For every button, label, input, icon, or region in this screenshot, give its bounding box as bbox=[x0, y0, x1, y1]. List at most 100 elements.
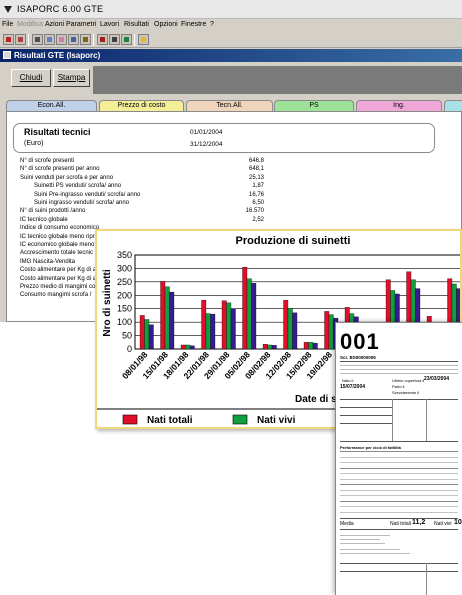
divider bbox=[340, 441, 458, 442]
herd-icon[interactable] bbox=[15, 34, 26, 45]
sow-record-document[interactable]: 001 Scr. BS00000005 Nato il 15/07/2004 U… bbox=[335, 322, 462, 595]
print-icon[interactable] bbox=[32, 34, 43, 45]
results-row-label: Suini ingrasso venduti/ scrofa/ anno bbox=[34, 200, 130, 206]
results-row-value: 646,8 bbox=[248, 158, 264, 164]
table-row bbox=[340, 489, 458, 491]
bar-1 bbox=[242, 266, 248, 350]
results-row-value: 16,76 bbox=[248, 191, 264, 198]
window-titlebar[interactable]: ISAPORC 6.00 GTE bbox=[0, 0, 462, 19]
y-tick-label: 350 bbox=[117, 250, 132, 260]
bar-2 bbox=[164, 286, 170, 350]
exit-icon[interactable] bbox=[3, 34, 14, 45]
results-row-value: 1,87 bbox=[252, 183, 264, 190]
bar-2 bbox=[185, 344, 191, 350]
divider bbox=[340, 407, 392, 408]
y-tick-label: 200 bbox=[117, 290, 132, 300]
document-line bbox=[340, 543, 385, 544]
divider bbox=[340, 423, 392, 424]
divider bbox=[426, 399, 427, 441]
results-row-value: 2,52 bbox=[252, 216, 264, 223]
results-row-value: 6,50 bbox=[252, 200, 264, 206]
app-logo-icon bbox=[4, 6, 12, 13]
results-row-label: Costo alimentare per Kg di a bbox=[20, 267, 97, 274]
chart-icon[interactable] bbox=[121, 34, 132, 45]
table-row bbox=[340, 500, 458, 502]
bar-2 bbox=[287, 308, 293, 350]
menu-azioni[interactable]: Azioni bbox=[45, 21, 64, 28]
results-row-label: IC economico globale meno r bbox=[20, 242, 99, 248]
results-row-label: Accrescimento totale tecnic bbox=[20, 250, 94, 257]
document-number: 001 bbox=[340, 329, 380, 354]
document-table-title: Performance per ciclo di fattilità bbox=[340, 445, 401, 450]
menu-lavori[interactable]: Lavori bbox=[100, 21, 119, 28]
tab-extra[interactable] bbox=[444, 100, 462, 111]
document-line bbox=[340, 553, 410, 554]
tools-icon[interactable] bbox=[80, 34, 91, 45]
menu-file[interactable]: File bbox=[2, 21, 13, 28]
table-row bbox=[340, 495, 458, 496]
bar-2 bbox=[308, 342, 314, 350]
menu-modifica[interactable]: Modifica bbox=[17, 21, 43, 28]
y-axis-label: Nro di suinetti bbox=[102, 269, 113, 336]
legend-label-nati-totali: Nati totali bbox=[147, 415, 193, 426]
pig-icon[interactable] bbox=[56, 34, 67, 45]
bar-3 bbox=[189, 345, 195, 350]
bar-2 bbox=[205, 313, 211, 350]
results-row-value: 648,1 bbox=[248, 166, 264, 173]
results-title: Risultati tecnici bbox=[24, 127, 91, 137]
grid-icon[interactable] bbox=[109, 34, 120, 45]
results-header-box: Risultati tecnici (Euro) 01/01/2004 31/1… bbox=[13, 123, 435, 153]
bar-1 bbox=[262, 344, 268, 350]
document-label-parto: Parto il bbox=[392, 384, 405, 389]
bar-2 bbox=[246, 278, 252, 350]
menu-parametri[interactable]: Parametri bbox=[66, 21, 96, 28]
menu-risultati[interactable]: Risultati bbox=[124, 21, 149, 28]
bar-3 bbox=[312, 342, 318, 350]
bar-1 bbox=[283, 299, 289, 350]
results-row-label: Consumo mangimi scrofa / bbox=[20, 292, 92, 299]
table-row bbox=[340, 506, 458, 507]
results-row-label: Suini Pre-ingrasso venduti/ scrofa/ anno bbox=[34, 191, 141, 198]
divider bbox=[340, 415, 392, 416]
info-banner bbox=[93, 66, 462, 94]
results-row-label: Prezzo medio di mangimi con bbox=[20, 284, 99, 290]
print-button[interactable]: Stampa bbox=[53, 69, 90, 87]
report-icon[interactable] bbox=[97, 34, 108, 45]
document-vivi-label: Nati vivi bbox=[434, 521, 452, 527]
tab-ps[interactable]: PS bbox=[274, 100, 354, 111]
tab-tecn-all[interactable]: Tecn.All. bbox=[186, 100, 273, 111]
close-button[interactable]: Chiudi bbox=[11, 69, 51, 87]
menu-bar: File Modifica Azioni Parametri Lavori Ri… bbox=[0, 19, 462, 32]
document-sow-id: Scr. BS00000005 bbox=[340, 355, 376, 360]
date-from: 01/01/2004 bbox=[190, 129, 223, 136]
document-born-label: Nato il bbox=[342, 378, 354, 383]
y-tick-label: 150 bbox=[117, 304, 132, 314]
document-born-date: 15/07/2004 bbox=[340, 384, 366, 390]
bar-3 bbox=[292, 312, 298, 350]
divider bbox=[340, 399, 458, 400]
bar-1 bbox=[180, 344, 186, 350]
bar-3 bbox=[210, 313, 216, 350]
toolbar-separator bbox=[93, 34, 94, 46]
window-title: ISAPORC 6.00 GTE bbox=[17, 4, 104, 14]
tab-econ-all[interactable]: Econ.All. bbox=[6, 100, 97, 111]
help-icon[interactable] bbox=[138, 34, 149, 45]
date-to: 31/12/2004 bbox=[190, 141, 223, 148]
menu-opzioni[interactable]: Opzioni bbox=[154, 21, 178, 28]
tab-ing[interactable]: Ing. bbox=[356, 100, 442, 111]
divider bbox=[340, 361, 458, 362]
results-row-label: Indice di consumo economico bbox=[20, 225, 100, 232]
results-row-label: IC tecnico globale bbox=[20, 216, 68, 223]
results-row-label: N° di scrofe presenti bbox=[20, 158, 75, 164]
child-window-titlebar[interactable]: Risultati GTE (Isaporc) bbox=[0, 49, 462, 62]
menu-finestre[interactable]: Finestre bbox=[181, 21, 206, 28]
calendar-icon[interactable] bbox=[68, 34, 79, 45]
legend-label-nati-vivi: Nati vivi bbox=[257, 415, 296, 426]
bar-3 bbox=[251, 283, 257, 350]
mail-icon[interactable] bbox=[44, 34, 55, 45]
menu-help[interactable]: ? bbox=[210, 21, 214, 28]
bar-1 bbox=[201, 299, 207, 350]
tab-prezzo-di-costo[interactable]: Prezzo di costo bbox=[99, 100, 184, 111]
child-window-title: Risultati GTE (Isaporc) bbox=[14, 51, 101, 60]
document-total-value: 11,2 bbox=[412, 519, 426, 526]
